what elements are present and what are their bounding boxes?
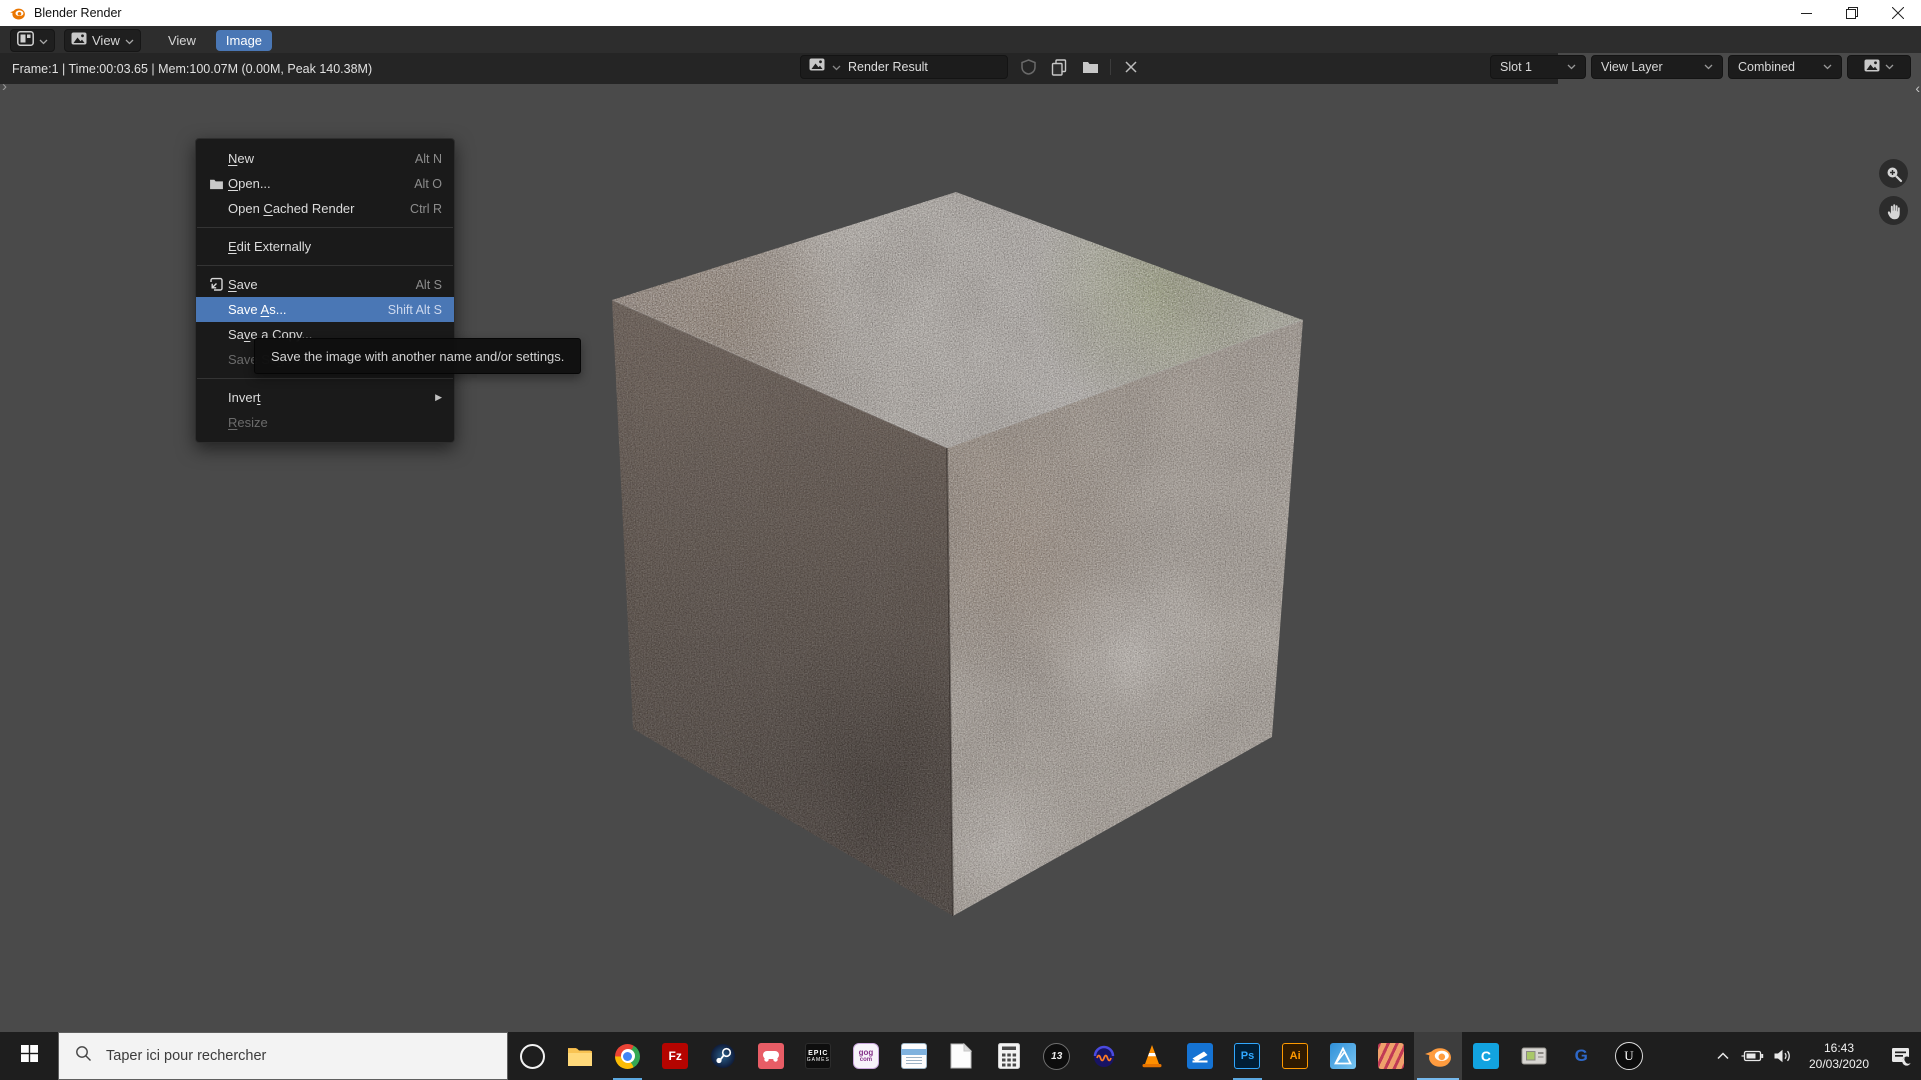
minimize-button[interactable] [1783, 0, 1829, 26]
picture-icon [1864, 59, 1880, 75]
slot-label: Slot 1 [1500, 60, 1532, 74]
taskbar-apps: Fz EPICGAMESgogcom 13 PsAi CGU [556, 1032, 1653, 1080]
windows-taskbar: Fz EPICGAMESgogcom 13 PsAi CGU 16:43 20/03/2… [0, 1032, 1921, 1080]
view-layer-label: View Layer [1601, 60, 1663, 74]
image-name: Render Result [848, 60, 928, 74]
region-collapse-right-icon[interactable]: ‹ [1915, 80, 1920, 96]
display-mode-dropdown[interactable]: View [64, 29, 141, 52]
image-datablock-field[interactable]: Render Result [800, 55, 1008, 79]
menu-item-edit-externally[interactable]: Edit Externally [196, 234, 454, 259]
save-icon [204, 277, 228, 292]
zoom-button[interactable] [1879, 159, 1908, 188]
taskbar-app-explorer[interactable] [556, 1032, 604, 1080]
cortana-icon [520, 1044, 545, 1069]
taskbar-app-affinity-designer[interactable] [1319, 1032, 1367, 1080]
view-layer-dropdown[interactable]: View Layer [1591, 55, 1723, 79]
menu-item-open-cached-render[interactable]: Open Cached Render Ctrl R [196, 196, 454, 221]
taskbar-app-vlc[interactable] [1128, 1032, 1176, 1080]
taskbar-app-app-13[interactable]: 13 [1033, 1032, 1081, 1080]
unlink-x-icon[interactable] [1120, 61, 1142, 73]
search-icon [75, 1045, 92, 1067]
taskbar-app-game-controller[interactable] [747, 1032, 795, 1080]
system-tray: 16:43 20/03/2020 [1709, 1032, 1921, 1080]
tray-date: 20/03/2020 [1809, 1056, 1869, 1072]
image-menu-panel: New Alt N Open... Alt O Open Cached Rend… [195, 138, 455, 443]
fake-user-shield-icon[interactable] [1017, 59, 1039, 75]
taskbar-app-steam[interactable] [699, 1032, 747, 1080]
blender-logo-icon [9, 6, 26, 21]
taskbar-app-unreal[interactable]: U [1605, 1032, 1653, 1080]
render-info-bar: Frame:1 | Time:00:03.65 | Mem:100.07M (0… [0, 53, 1558, 84]
pan-hand-button[interactable] [1879, 196, 1908, 225]
tray-chevron-up[interactable] [1709, 1032, 1737, 1080]
render-pass-label: Combined [1738, 60, 1795, 74]
menu-item-new[interactable]: New Alt N [196, 146, 454, 171]
new-image-copy-icon[interactable] [1048, 59, 1070, 76]
taskbar-app-audacity[interactable] [1081, 1032, 1129, 1080]
folder-icon [204, 178, 228, 190]
taskbar-search[interactable] [58, 1032, 508, 1080]
chevron-down-icon [125, 32, 134, 50]
menu-item-save[interactable]: Save Alt S [196, 272, 454, 297]
volume-icon[interactable] [1767, 1032, 1797, 1080]
divider [1110, 59, 1111, 75]
menu-image[interactable]: Image [216, 30, 272, 51]
menu-item-resize: Resize [196, 410, 454, 435]
windows-logo-icon [21, 1045, 38, 1067]
taskbar-app-chrome[interactable] [604, 1032, 652, 1080]
display-mode-label: View [92, 33, 120, 48]
open-image-folder-icon[interactable] [1079, 60, 1101, 74]
render-pass-dropdown[interactable]: Combined [1728, 55, 1842, 79]
menu-separator [197, 265, 453, 266]
taskbar-app-printer-device[interactable] [1510, 1032, 1558, 1080]
picture-icon [71, 32, 87, 50]
taskbar-app-epic[interactable]: EPICGAMES [794, 1032, 842, 1080]
clock[interactable]: 16:43 20/03/2020 [1797, 1032, 1881, 1080]
action-center-button[interactable] [1881, 1032, 1921, 1080]
start-button[interactable] [0, 1032, 58, 1080]
menu-item-open[interactable]: Open... Alt O [196, 171, 454, 196]
menu-separator [197, 378, 453, 379]
taskbar-app-g-app[interactable]: G [1557, 1032, 1605, 1080]
window-title: Blender Render [34, 6, 122, 20]
cortana-button[interactable] [508, 1032, 556, 1080]
chevron-down-icon [39, 32, 48, 50]
taskbar-app-notepad[interactable] [890, 1032, 938, 1080]
search-input[interactable] [104, 1047, 468, 1065]
restore-button[interactable] [1829, 0, 1875, 26]
tooltip: Save the image with another name and/or … [254, 338, 581, 374]
menu-separator [197, 227, 453, 228]
tray-time: 16:43 [1824, 1040, 1854, 1056]
taskbar-app-affinity-publisher[interactable] [1367, 1032, 1415, 1080]
taskbar-app-calculator[interactable] [985, 1032, 1033, 1080]
taskbar-app-illustrator[interactable]: Ai [1271, 1032, 1319, 1080]
screen: Blender Render [0, 0, 1921, 1080]
taskbar-app-filezilla[interactable]: Fz [651, 1032, 699, 1080]
window-titlebar: Blender Render [0, 0, 1921, 26]
tooltip-text: Save the image with another name and/or … [271, 349, 564, 364]
chevron-down-icon [832, 58, 841, 76]
editor-header: View View Image Render Result [0, 26, 1921, 53]
taskbar-app-photoshop[interactable]: Ps [1224, 1032, 1272, 1080]
render-stats-text: Frame:1 | Time:00:03.65 | Mem:100.07M (0… [12, 62, 372, 76]
editor-type-dropdown[interactable] [10, 29, 55, 52]
submenu-arrow-icon: ▶ [435, 392, 442, 403]
image-viewport[interactable]: › ‹ [0, 84, 1921, 1032]
taskbar-app-blender[interactable] [1414, 1032, 1462, 1080]
battery-icon[interactable] [1737, 1032, 1767, 1080]
close-button[interactable] [1875, 0, 1921, 26]
taskbar-app-scan[interactable] [1176, 1032, 1224, 1080]
taskbar-app-gog[interactable]: gogcom [842, 1032, 890, 1080]
taskbar-app-document[interactable] [938, 1032, 986, 1080]
display-channels-dropdown[interactable] [1847, 55, 1911, 79]
taskbar-app-cura[interactable]: C [1462, 1032, 1510, 1080]
menu-item-save-as[interactable]: Save As... Shift Alt S [196, 297, 454, 322]
slot-dropdown[interactable]: Slot 1 [1490, 55, 1586, 79]
image-editor-icon [17, 31, 34, 51]
menu-item-invert[interactable]: Invert ▶ [196, 385, 454, 410]
region-expand-left-icon[interactable]: › [2, 78, 7, 95]
menu-view[interactable]: View [158, 30, 206, 51]
browse-image-icon [809, 58, 825, 76]
